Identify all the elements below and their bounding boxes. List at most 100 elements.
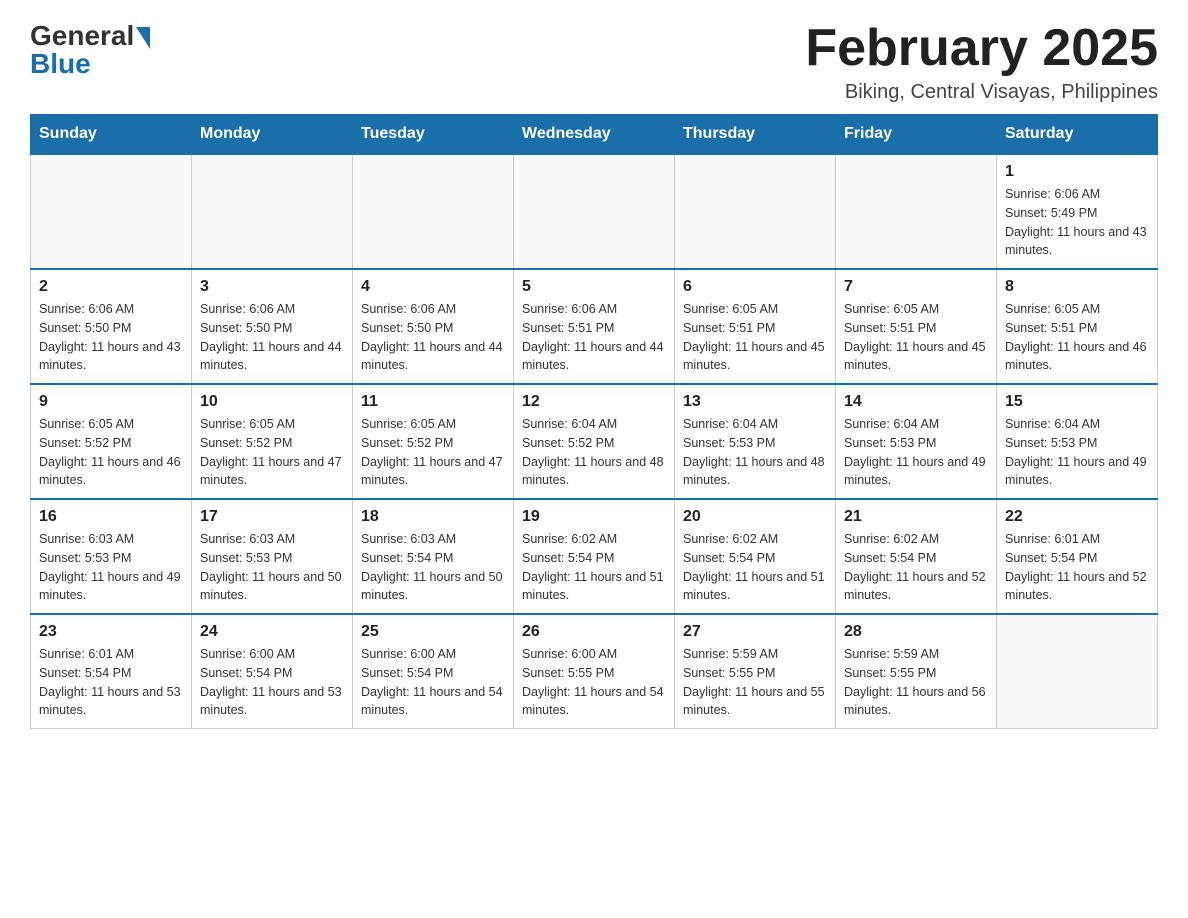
- day-number: 13: [683, 393, 827, 411]
- location-subtitle: Biking, Central Visayas, Philippines: [805, 81, 1158, 104]
- calendar-cell: 9 Sunrise: 6:05 AMSunset: 5:52 PMDaylight…: [31, 384, 192, 499]
- day-number: 12: [522, 393, 666, 411]
- day-number: 5: [522, 278, 666, 296]
- day-info: Sunrise: 6:05 AMSunset: 5:52 PMDaylight:…: [39, 415, 183, 490]
- calendar-cell: 15 Sunrise: 6:04 AMSunset: 5:53 PMDayligh…: [997, 384, 1158, 499]
- page-header: General Blue February 2025 Biking, Centr…: [30, 20, 1158, 104]
- day-number: 18: [361, 508, 505, 526]
- header-day-thursday: Thursday: [675, 115, 836, 155]
- day-info: Sunrise: 6:04 AMSunset: 5:53 PMDaylight:…: [1005, 415, 1149, 490]
- day-info: Sunrise: 6:00 AMSunset: 5:55 PMDaylight:…: [522, 645, 666, 720]
- day-info: Sunrise: 6:05 AMSunset: 5:51 PMDaylight:…: [683, 300, 827, 375]
- header-day-tuesday: Tuesday: [353, 115, 514, 155]
- header-day-wednesday: Wednesday: [514, 115, 675, 155]
- day-number: 2: [39, 278, 183, 296]
- calendar-cell: 7 Sunrise: 6:05 AMSunset: 5:51 PMDaylight…: [836, 269, 997, 384]
- day-info: Sunrise: 5:59 AMSunset: 5:55 PMDaylight:…: [683, 645, 827, 720]
- calendar-cell: 8 Sunrise: 6:05 AMSunset: 5:51 PMDaylight…: [997, 269, 1158, 384]
- day-number: 21: [844, 508, 988, 526]
- calendar-cell: [31, 154, 192, 269]
- calendar-cell: 1 Sunrise: 6:06 AMSunset: 5:49 PMDaylight…: [997, 154, 1158, 269]
- day-info: Sunrise: 6:00 AMSunset: 5:54 PMDaylight:…: [361, 645, 505, 720]
- day-info: Sunrise: 6:05 AMSunset: 5:51 PMDaylight:…: [1005, 300, 1149, 375]
- calendar-cell: [997, 614, 1158, 729]
- day-info: Sunrise: 6:06 AMSunset: 5:50 PMDaylight:…: [200, 300, 344, 375]
- day-number: 7: [844, 278, 988, 296]
- day-info: Sunrise: 6:04 AMSunset: 5:53 PMDaylight:…: [683, 415, 827, 490]
- calendar-cell: 11 Sunrise: 6:05 AMSunset: 5:52 PMDayligh…: [353, 384, 514, 499]
- calendar-cell: 4 Sunrise: 6:06 AMSunset: 5:50 PMDaylight…: [353, 269, 514, 384]
- day-number: 3: [200, 278, 344, 296]
- day-number: 16: [39, 508, 183, 526]
- day-info: Sunrise: 6:06 AMSunset: 5:51 PMDaylight:…: [522, 300, 666, 375]
- day-number: 14: [844, 393, 988, 411]
- calendar-cell: [353, 154, 514, 269]
- day-number: 20: [683, 508, 827, 526]
- day-info: Sunrise: 6:03 AMSunset: 5:54 PMDaylight:…: [361, 530, 505, 605]
- day-number: 19: [522, 508, 666, 526]
- calendar-cell: 6 Sunrise: 6:05 AMSunset: 5:51 PMDaylight…: [675, 269, 836, 384]
- calendar-cell: [192, 154, 353, 269]
- day-number: 8: [1005, 278, 1149, 296]
- calendar-cell: 2Sunrise: 6:06 AMSunset: 5:50 PMDaylight…: [31, 269, 192, 384]
- day-number: 4: [361, 278, 505, 296]
- day-number: 26: [522, 623, 666, 641]
- day-info: Sunrise: 6:04 AMSunset: 5:52 PMDaylight:…: [522, 415, 666, 490]
- day-number: 9: [39, 393, 183, 411]
- calendar-cell: 16Sunrise: 6:03 AMSunset: 5:53 PMDayligh…: [31, 499, 192, 614]
- calendar-week-4: 16Sunrise: 6:03 AMSunset: 5:53 PMDayligh…: [31, 499, 1158, 614]
- day-number: 28: [844, 623, 988, 641]
- day-info: Sunrise: 6:04 AMSunset: 5:53 PMDaylight:…: [844, 415, 988, 490]
- day-info: Sunrise: 6:05 AMSunset: 5:52 PMDaylight:…: [200, 415, 344, 490]
- header-day-monday: Monday: [192, 115, 353, 155]
- calendar-cell: 23 Sunrise: 6:01 AMSunset: 5:54 PMDayligh…: [31, 614, 192, 729]
- day-info: Sunrise: 6:06 AMSunset: 5:50 PMDaylight:…: [361, 300, 505, 375]
- day-number: 22: [1005, 508, 1149, 526]
- calendar-cell: 21 Sunrise: 6:02 AMSunset: 5:54 PMDayligh…: [836, 499, 997, 614]
- day-info: Sunrise: 6:06 AMSunset: 5:49 PMDaylight:…: [1005, 185, 1149, 260]
- calendar-week-1: 1 Sunrise: 6:06 AMSunset: 5:49 PMDaylight…: [31, 154, 1158, 269]
- calendar-week-2: 2 Sunrise: 6:06 AMSunset: 5:50 PMDaylight…: [31, 269, 1158, 384]
- header-day-friday: Friday: [836, 115, 997, 155]
- logo: General Blue: [30, 20, 150, 80]
- day-number: 10: [200, 393, 344, 411]
- day-number: 15: [1005, 393, 1149, 411]
- day-info: Sunrise: 6:05 AMSunset: 5:52 PMDaylight:…: [361, 415, 505, 490]
- calendar-body: 1 Sunrise: 6:06 AMSunset: 5:49 PMDaylight…: [31, 154, 1158, 729]
- calendar-cell: 5 Sunrise: 6:06 AMSunset: 5:51 PMDaylight…: [514, 269, 675, 384]
- day-number: 25: [361, 623, 505, 641]
- day-number: 6: [683, 278, 827, 296]
- day-info: Sunrise: 6:05 AMSunset: 5:51 PMDaylight:…: [844, 300, 988, 375]
- title-area: February 2025 Biking, Central Visayas, P…: [805, 20, 1158, 104]
- calendar-cell: 12 Sunrise: 6:04 AMSunset: 5:52 PMDayligh…: [514, 384, 675, 499]
- calendar-cell: 20 Sunrise: 6:02 AMSunset: 5:54 PMDayligh…: [675, 499, 836, 614]
- header-day-sunday: Sunday: [31, 115, 192, 155]
- logo-triangle-icon: [136, 27, 150, 49]
- calendar-cell: 10 Sunrise: 6:05 AMSunset: 5:52 PMDayligh…: [192, 384, 353, 499]
- calendar-cell: 25 Sunrise: 6:00 AMSunset: 5:54 PMDayligh…: [353, 614, 514, 729]
- day-info: Sunrise: 6:02 AMSunset: 5:54 PMDaylight:…: [844, 530, 988, 605]
- month-title: February 2025: [805, 20, 1158, 77]
- day-number: 17: [200, 508, 344, 526]
- day-info: Sunrise: 6:01 AMSunset: 5:54 PMDaylight:…: [39, 645, 183, 720]
- calendar-cell: [836, 154, 997, 269]
- header-day-saturday: Saturday: [997, 115, 1158, 155]
- calendar-cell: 3 Sunrise: 6:06 AMSunset: 5:50 PMDaylight…: [192, 269, 353, 384]
- header-row: SundayMondayTuesdayWednesdayThursdayFrid…: [31, 115, 1158, 155]
- calendar-cell: 24Sunrise: 6:00 AMSunset: 5:54 PMDayligh…: [192, 614, 353, 729]
- day-info: Sunrise: 6:01 AMSunset: 5:54 PMDaylight:…: [1005, 530, 1149, 605]
- day-number: 1: [1005, 163, 1149, 181]
- calendar-header: SundayMondayTuesdayWednesdayThursdayFrid…: [31, 115, 1158, 155]
- day-info: Sunrise: 6:02 AMSunset: 5:54 PMDaylight:…: [683, 530, 827, 605]
- calendar-cell: 13 Sunrise: 6:04 AMSunset: 5:53 PMDayligh…: [675, 384, 836, 499]
- day-number: 23: [39, 623, 183, 641]
- calendar-cell: [675, 154, 836, 269]
- day-number: 27: [683, 623, 827, 641]
- day-number: 11: [361, 393, 505, 411]
- calendar-cell: 14 Sunrise: 6:04 AMSunset: 5:53 PMDayligh…: [836, 384, 997, 499]
- day-number: 24: [200, 623, 344, 641]
- calendar-cell: [514, 154, 675, 269]
- calendar-cell: 27 Sunrise: 5:59 AMSunset: 5:55 PMDayligh…: [675, 614, 836, 729]
- calendar-week-5: 23 Sunrise: 6:01 AMSunset: 5:54 PMDayligh…: [31, 614, 1158, 729]
- logo-blue-text: Blue: [30, 48, 91, 80]
